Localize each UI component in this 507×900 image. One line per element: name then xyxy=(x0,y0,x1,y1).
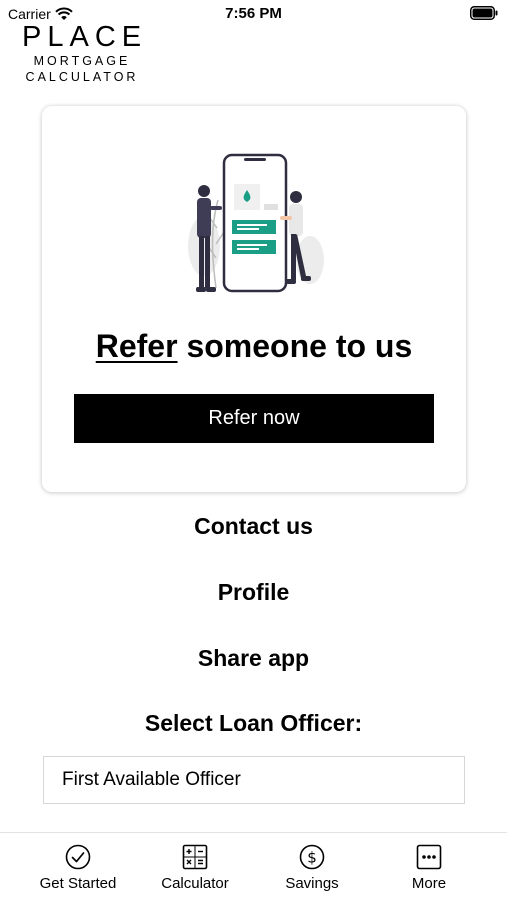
tab-savings[interactable]: $ Savings xyxy=(252,833,372,900)
battery-icon xyxy=(470,6,498,20)
contact-us-link[interactable]: Contact us xyxy=(0,511,507,541)
profile-link[interactable]: Profile xyxy=(0,577,507,607)
tab-label-calculator: Calculator xyxy=(161,875,229,892)
check-circle-icon xyxy=(65,844,91,870)
share-app-link[interactable]: Share app xyxy=(0,643,507,673)
refer-illustration xyxy=(188,153,324,293)
logo-wordmark: PLACE xyxy=(22,21,148,53)
more-dots-icon xyxy=(416,844,442,870)
refer-heading-rest: someone to us xyxy=(177,328,413,364)
app-logo: PLACE MORTGAGE CALCULATOR xyxy=(18,22,146,85)
tab-bar: Get Started Calculator $ Savings More xyxy=(0,832,507,900)
loan-officer-select[interactable]: First Available Officer xyxy=(43,756,465,804)
tab-label-get-started: Get Started xyxy=(39,875,117,892)
loan-officer-value: First Available Officer xyxy=(62,769,241,790)
calculator-icon xyxy=(182,844,208,870)
tab-more[interactable]: More xyxy=(369,833,489,900)
refer-link[interactable]: Refer xyxy=(96,328,178,364)
tab-label-more: More xyxy=(411,875,447,892)
tab-label-savings: Savings xyxy=(285,875,339,892)
tab-calculator[interactable]: Calculator xyxy=(135,833,255,900)
refer-now-button[interactable]: Refer now xyxy=(74,394,434,443)
logo-subtitle-line2: CALCULATOR xyxy=(25,70,139,84)
clock: 7:56 PM xyxy=(225,5,282,22)
refer-heading: Refer someone to us xyxy=(42,326,466,366)
dollar-circle-icon: $ xyxy=(299,844,325,870)
logo-subtitle-line1: MORTGAGE xyxy=(33,54,131,68)
svg-text:$: $ xyxy=(307,849,317,867)
tab-get-started[interactable]: Get Started xyxy=(18,833,138,900)
loan-officer-label: Select Loan Officer: xyxy=(144,710,363,736)
